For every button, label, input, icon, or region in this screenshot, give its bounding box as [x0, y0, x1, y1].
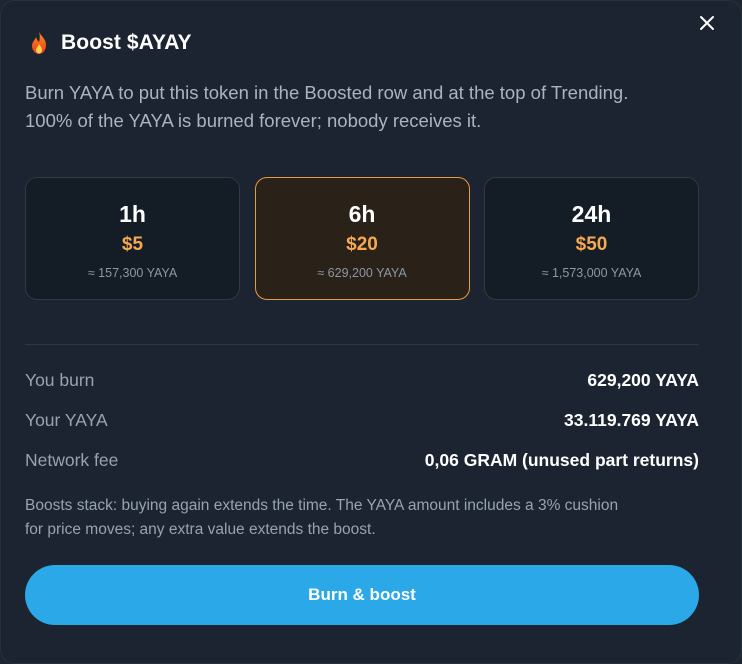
option-yaya-amount: ≈ 629,200 YAYA — [317, 266, 407, 280]
network-fee-label: Network fee — [25, 450, 119, 470]
flame-icon — [29, 31, 49, 55]
option-duration: 6h — [348, 201, 376, 227]
divider — [25, 344, 699, 345]
boost-modal: Boost $AYAY Burn YAYA to put this token … — [0, 0, 742, 664]
option-price: $20 — [346, 234, 378, 255]
option-6h[interactable]: 6h $20 ≈ 629,200 YAYA — [254, 177, 470, 300]
boost-duration-options: 1h $5 ≈ 157,300 YAYA 6h $20 ≈ 629,200 YA… — [25, 177, 699, 300]
network-fee-value: 0,06 GRAM (unused part returns) — [424, 450, 699, 470]
you-burn-value: 629,200 YAYA — [587, 370, 699, 390]
burn-and-boost-button[interactable]: Burn & boost — [25, 565, 699, 625]
option-yaya-amount: ≈ 1,573,000 YAYA — [541, 266, 642, 280]
your-yaya-value: 33.119.769 YAYA — [564, 410, 699, 430]
option-yaya-amount: ≈ 157,300 YAYA — [87, 266, 178, 280]
option-price: $50 — [575, 234, 608, 255]
option-1h[interactable]: 1h $5 ≈ 157,300 YAYA — [25, 177, 240, 300]
option-price: $5 — [121, 234, 144, 255]
close-button[interactable] — [695, 11, 719, 35]
summary-row-network-fee: Network fee 0,06 GRAM (unused part retur… — [25, 449, 699, 471]
option-duration: 24h — [571, 201, 612, 227]
boost-note: Boosts stack: buying again extends the t… — [25, 497, 619, 538]
modal-header: Boost $AYAY — [29, 29, 192, 57]
option-24h[interactable]: 24h $50 ≈ 1,573,000 YAYA — [484, 177, 699, 300]
modal-description: Burn YAYA to put this token in the Boost… — [25, 82, 629, 131]
option-duration: 1h — [119, 201, 146, 227]
modal-title: Boost $AYAY — [61, 31, 192, 54]
your-yaya-label: Your YAYA — [25, 410, 108, 430]
summary-row-you-burn: You burn 629,200 YAYA — [25, 369, 699, 391]
you-burn-label: You burn — [25, 370, 95, 390]
summary-row-your-yaya: Your YAYA 33.119.769 YAYA — [25, 409, 699, 431]
close-icon — [700, 16, 714, 30]
